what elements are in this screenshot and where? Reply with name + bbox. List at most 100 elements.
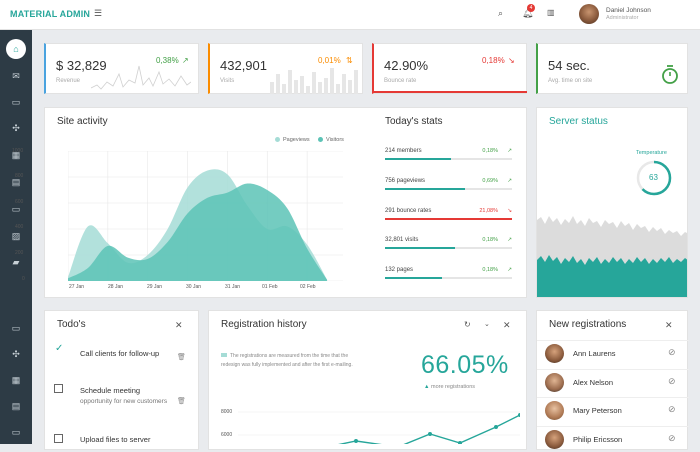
stat-row-track <box>385 158 512 160</box>
stat-row-pct: 0,18% <box>482 237 498 243</box>
menu-icon[interactable]: ☰ <box>94 8 102 19</box>
checkbox[interactable] <box>54 434 63 443</box>
stat-row-label: 214 members <box>385 148 422 154</box>
stat-label: Visits <box>220 78 235 84</box>
browser-icon-2[interactable]: ▭ <box>8 320 24 336</box>
stat-card-revenue: $ 32,829 Revenue 0,38% ↗ <box>44 43 199 94</box>
stat-row-label: 32,801 visits <box>385 237 419 243</box>
browser-icon[interactable]: ▭ <box>8 94 24 110</box>
form-icon-2[interactable]: ▤ <box>8 398 24 414</box>
trend-flat-icon: ⇅ <box>346 56 353 65</box>
refresh-icon[interactable]: ↻ <box>464 320 471 329</box>
registration-chart <box>238 411 520 444</box>
legend-visitors: Visitors <box>318 137 344 143</box>
trend-up-icon: ↗ <box>507 178 512 184</box>
checkmark-icon[interactable]: ✓ <box>55 343 63 354</box>
image-icon[interactable]: ▨ <box>8 228 24 244</box>
trend-up-icon: ↗ <box>507 237 512 243</box>
search-icon[interactable]: ⌕ <box>498 8 503 19</box>
todo-item[interactable]: Upload files to server <box>80 434 175 445</box>
y-tick: 0 <box>22 276 25 282</box>
avatar <box>545 373 564 392</box>
checkbox[interactable] <box>54 384 63 393</box>
todos-card: Todo's ✕ <box>44 310 199 450</box>
avatar <box>545 344 564 363</box>
stat-row-fill <box>385 277 442 279</box>
legend-pageviews: Pageviews <box>275 137 310 143</box>
user-name: Philip Ericsson <box>573 435 623 444</box>
home-icon[interactable]: ⌂ <box>6 39 26 59</box>
y-tick: 1000 <box>12 148 24 154</box>
user-name: Ann Laurens <box>573 349 616 358</box>
site-activity-title: Site activity <box>57 116 108 127</box>
avatar[interactable] <box>579 4 599 24</box>
trend-up-icon: ↗ <box>507 267 512 273</box>
top-bar: MATERIAL ADMIN ☰ ⌕ 🔔︎ 4 ▥ Daniel Johnson… <box>0 0 700 30</box>
stat-label: Avg. time on site <box>548 78 593 84</box>
close-icon[interactable]: ✕ <box>503 320 511 331</box>
stat-row: 132 pages 0,18% ↗ <box>385 267 512 279</box>
registration-title: Registration history <box>221 319 307 330</box>
stat-value: $ 32,829 <box>56 58 107 73</box>
bounce-bar <box>374 91 527 93</box>
brand-logo[interactable]: MATERIAL ADMIN <box>10 9 90 19</box>
user-name: Mary Peterson <box>573 406 622 415</box>
x-tick: 02 Feb <box>300 284 316 290</box>
table-icon-2[interactable]: ▦ <box>8 372 24 388</box>
list-item[interactable]: Ann Laurens ⊘ <box>537 340 689 366</box>
close-icon[interactable]: ✕ <box>665 320 673 331</box>
stat-change: 0,38% <box>156 56 179 65</box>
ban-icon[interactable]: ⊘ <box>668 433 676 444</box>
laptop-icon-2[interactable]: ▭ <box>8 424 24 440</box>
stat-label: Revenue <box>56 78 81 84</box>
y-tick: 400 <box>15 224 24 230</box>
stat-row-fill <box>385 158 451 160</box>
close-icon[interactable]: ✕ <box>175 320 183 331</box>
stat-value: 54 sec. <box>548 58 590 73</box>
y-tick: 800 <box>15 173 24 179</box>
notification-badge: 4 <box>527 4 535 12</box>
todo-item[interactable]: Schedule meeting opportunity for new cust… <box>80 385 170 407</box>
y-tick: 600 <box>15 199 24 205</box>
list-item[interactable]: Philip Ericsson ⊘ <box>537 426 689 452</box>
stat-change: 0,01% <box>318 56 341 65</box>
folder-icon[interactable]: ▰ <box>8 254 24 270</box>
registration-description: The registrations are measured from the … <box>221 353 353 368</box>
todo-item[interactable]: Call clients for follow-up <box>80 348 164 359</box>
puzzle-icon-2[interactable]: ✣ <box>8 346 24 362</box>
stat-row-pct: 0,18% <box>482 267 498 273</box>
ban-icon[interactable]: ⊘ <box>668 347 676 358</box>
server-status-card: Server status Temperature 63 <box>536 107 688 298</box>
stopwatch-icon <box>662 65 678 84</box>
stat-row-fill <box>385 247 455 249</box>
visits-bars <box>270 68 358 94</box>
site-activity-chart <box>68 151 343 281</box>
stat-row-label: 291 bounce rates <box>385 208 432 214</box>
stat-row: 291 bounce rates 21,08% ↘ <box>385 208 512 220</box>
stat-row-fill <box>385 188 465 190</box>
stat-card-bounce: 42.90% Bounce rate 0,18% ↘ <box>372 43 527 94</box>
stat-card-visits: 432,901 Visits 0,01% ⇅ <box>208 43 363 94</box>
x-tick: 28 Jan <box>108 284 124 290</box>
trash-icon[interactable]: 🗑︎ <box>177 397 186 405</box>
list-item[interactable]: Mary Peterson ⊘ <box>537 397 689 423</box>
chart-icon[interactable]: ▥ <box>547 8 555 17</box>
chevron-down-icon[interactable]: ⌄ <box>484 320 490 328</box>
stat-row: 32,801 visits 0,18% ↗ <box>385 237 512 249</box>
stat-row-fill <box>385 218 512 220</box>
mail-icon[interactable]: ✉ <box>8 68 24 84</box>
ban-icon[interactable]: ⊘ <box>668 376 676 387</box>
puzzle-icon[interactable]: ✣ <box>8 120 24 136</box>
stat-card-time: 54 sec. Avg. time on site <box>536 43 688 94</box>
list-item[interactable]: Alex Nelson ⊘ <box>537 369 689 395</box>
registration-big-value: 66.05% <box>421 351 509 379</box>
x-tick: 27 Jan <box>69 284 85 290</box>
more-registrations: ▲ more registrations <box>424 384 476 390</box>
trend-up-icon: ↗ <box>507 148 512 154</box>
ban-icon[interactable]: ⊘ <box>668 404 676 415</box>
stat-row-label: 756 pageviews <box>385 178 426 184</box>
user-role: Administrator <box>606 15 639 21</box>
sidebar: ⌂ ✉ ▭ ✣ ▦ ▤ ▭ ▨ ▰ ▭ ✣ ▦ ▤ ▭ <box>0 30 32 444</box>
user-name[interactable]: Daniel Johnson <box>606 7 651 14</box>
trash-icon[interactable]: 🗑︎ <box>177 353 186 361</box>
